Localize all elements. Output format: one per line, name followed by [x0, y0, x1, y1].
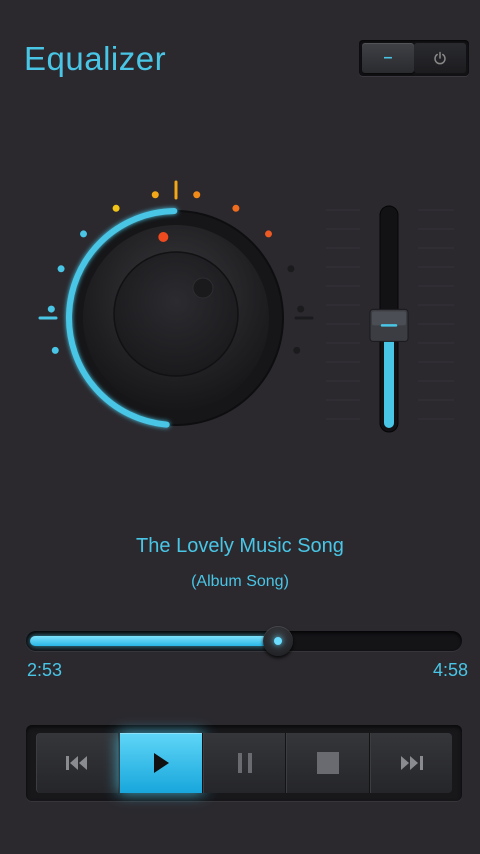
fast-forward-button[interactable] — [369, 733, 453, 793]
volume-slider[interactable] — [320, 200, 460, 440]
knob-scale-dot — [151, 191, 159, 199]
knob-scale-dot — [264, 230, 272, 238]
rewind-button[interactable] — [36, 733, 120, 793]
knob-scale-dot — [47, 305, 55, 313]
knob-scale-dot — [112, 204, 120, 212]
knob-svg[interactable] — [0, 150, 330, 470]
volume-slider-thumb[interactable] — [369, 308, 409, 342]
volume-slider-svg[interactable] — [320, 200, 460, 440]
knob-scale-dot — [297, 305, 305, 313]
stop-button[interactable] — [286, 733, 370, 793]
song-album: (Album Song) — [191, 573, 289, 590]
power-toggle-on-segment[interactable]: – — [362, 43, 414, 73]
transport-controls — [26, 725, 462, 801]
knob-dimple — [192, 277, 214, 299]
time-total: 4:58 — [432, 660, 468, 680]
progress-thumb[interactable] — [263, 626, 294, 656]
knob-indicator-dot — [158, 231, 169, 242]
knob-scale-dot — [232, 204, 240, 212]
knob-inner — [113, 251, 239, 377]
power-toggle-label: – — [383, 49, 393, 66]
knob-control[interactable] — [0, 150, 330, 470]
play-icon — [154, 753, 170, 773]
play-button[interactable] — [119, 733, 203, 793]
power-toggle-off-segment[interactable] — [414, 43, 466, 73]
rewind-icon — [65, 756, 87, 770]
knob-scale-dot — [193, 191, 201, 199]
song-title: The Lovely Music Song — [136, 535, 344, 557]
page-title: Equalizer — [24, 40, 167, 77]
power-toggle[interactable]: – — [359, 40, 469, 76]
progress-fill — [30, 636, 279, 646]
knob-scale-dot — [293, 346, 301, 354]
progress-bar[interactable] — [26, 626, 462, 656]
pause-button[interactable] — [202, 733, 287, 793]
knob-scale-dot — [57, 265, 65, 273]
knob-scale-dot — [287, 265, 295, 273]
fast-forward-icon — [401, 756, 424, 770]
knob-scale-dot — [80, 230, 88, 238]
pause-icon — [237, 753, 252, 773]
knob-scale-dot — [51, 346, 59, 354]
time-elapsed: 2:53 — [27, 660, 63, 680]
stop-icon — [316, 752, 339, 774]
power-icon — [434, 51, 446, 65]
